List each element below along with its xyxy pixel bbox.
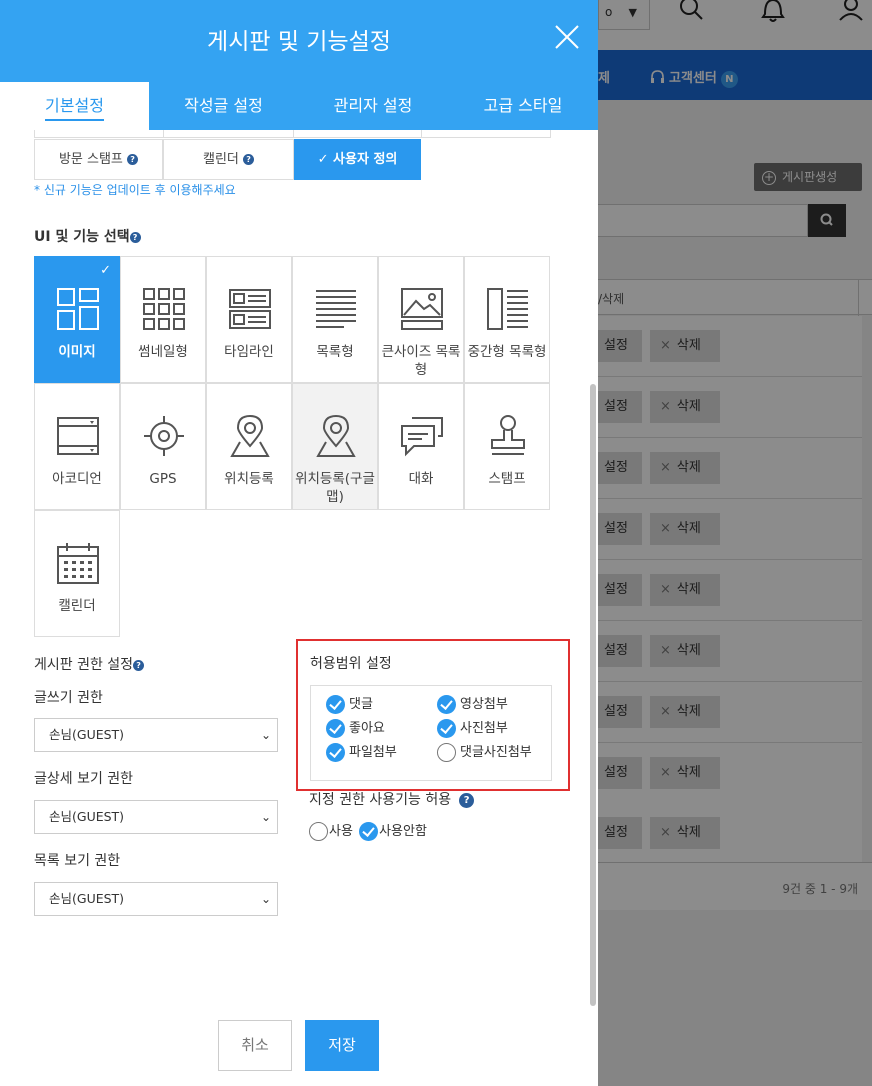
read-permission-select[interactable]: 손님(GUEST) ⌄ [34, 800, 278, 834]
tab-advanced-style[interactable]: 고급 스타일 [448, 82, 598, 130]
option-tab-visit-stamp[interactable]: 방문 스탬프 ? [34, 139, 163, 180]
calendar-icon [57, 543, 99, 584]
ui-option-calendar[interactable]: 캘린더 [34, 510, 120, 637]
ui-option-large-list[interactable]: 큰사이즈 목록형 [378, 256, 464, 383]
radio-use[interactable]: 사용 [309, 820, 353, 841]
radio-unchecked-icon [309, 822, 328, 841]
ui-option-gps[interactable]: GPS [120, 383, 206, 510]
option-tab-calendar[interactable]: 캘린더 ? [163, 139, 294, 180]
help-icon[interactable]: ? [459, 793, 475, 808]
modal-header: 게시판 및 기능설정 [0, 0, 598, 82]
checkbox-checked-icon [326, 743, 345, 762]
selected-check-icon: ✓ [100, 263, 111, 278]
location-pin-icon [230, 414, 270, 457]
timeline-icon [229, 289, 271, 329]
assign-permission-options: 사용 사용안함 [309, 820, 429, 841]
help-icon[interactable]: ? [243, 154, 255, 165]
option-tabs-row-above [34, 130, 551, 138]
tab-post-settings[interactable]: 작성글 설정 [149, 82, 298, 130]
scope-option-comment-photo[interactable]: 댓글사진첨부 [437, 743, 532, 762]
ui-option-accordion[interactable]: 아코디언 [34, 383, 120, 510]
scope-option-comment[interactable]: 댓글 [326, 695, 373, 714]
check-icon: ✓ [317, 152, 329, 167]
tab-admin-settings[interactable]: 관리자 설정 [298, 82, 448, 130]
scope-option-like[interactable]: 좋아요 [326, 719, 385, 738]
ui-section-title: UI 및 기능 선택? [34, 226, 141, 246]
checkbox-checked-icon [437, 719, 456, 738]
update-notice: * 신규 기능은 업데이트 후 이용해주세요 [34, 183, 236, 197]
scope-option-file[interactable]: 파일첨부 [326, 743, 397, 762]
checkbox-checked-icon [437, 695, 456, 714]
gps-icon [144, 416, 184, 456]
ui-option-thumbnail[interactable]: 썸네일형 [120, 256, 206, 383]
help-icon[interactable]: ? [133, 660, 145, 671]
scope-option-photo[interactable]: 사진첨부 [437, 719, 508, 738]
modal-title: 게시판 및 기능설정 [207, 29, 391, 55]
cancel-button[interactable]: 취소 [218, 1020, 292, 1071]
list-permission-label: 목록 보기 권한 [34, 853, 121, 869]
scope-option-video[interactable]: 영상첨부 [437, 695, 508, 714]
checkbox-checked-icon [326, 719, 345, 738]
ui-option-chat[interactable]: 대화 [378, 383, 464, 510]
medium-list-icon [487, 288, 528, 330]
ui-option-image[interactable]: ✓ 이미지 [34, 256, 120, 383]
chat-icon [401, 417, 443, 457]
list-icon [316, 290, 356, 328]
ui-option-location-google-map[interactable]: 위치등록(구글맵) [292, 383, 378, 510]
google-map-pin-icon [316, 414, 356, 457]
scope-title: 허용범위 설정 [310, 656, 392, 672]
write-permission-label: 글쓰기 권한 [34, 690, 103, 706]
thumbnail-grid-icon [143, 288, 185, 330]
settings-tabs: 기본설정 작성글 설정 관리자 설정 고급 스타일 [0, 82, 598, 130]
stamp-icon [491, 415, 525, 455]
checkbox-unchecked-icon [437, 743, 456, 762]
ui-option-list[interactable]: 목록형 [292, 256, 378, 383]
option-tab-custom[interactable]: ✓ 사용자 정의 [294, 139, 421, 180]
modal-scrollbar[interactable] [590, 384, 596, 1006]
radio-not-use[interactable]: 사용안함 [359, 820, 427, 841]
write-permission-select[interactable]: 손님(GUEST) ⌄ [34, 718, 278, 752]
tab-basic-settings[interactable]: 기본설정 [0, 82, 149, 130]
chevron-down-icon: ⌄ [260, 728, 271, 742]
ui-option-location[interactable]: 위치등록 [206, 383, 292, 510]
chevron-down-icon: ⌄ [260, 892, 271, 906]
ui-option-timeline[interactable]: 타임라인 [206, 256, 292, 383]
checkbox-checked-icon [326, 695, 345, 714]
radio-checked-icon [359, 822, 379, 841]
ui-option-medium-list[interactable]: 중간형 목록형 [464, 256, 550, 383]
help-icon[interactable]: ? [129, 232, 141, 243]
large-list-icon [401, 288, 443, 330]
board-settings-modal: 게시판 및 기능설정 기본설정 작성글 설정 관리자 설정 고급 스타일 방문 … [0, 0, 598, 1086]
read-permission-label: 글상세 보기 권한 [34, 771, 134, 787]
close-icon[interactable] [552, 22, 582, 52]
accordion-icon [57, 417, 99, 455]
save-button[interactable]: 저장 [305, 1020, 379, 1071]
help-icon[interactable]: ? [127, 154, 139, 165]
chevron-down-icon: ⌄ [260, 810, 271, 824]
scope-settings-box: 허용범위 설정 댓글 영상첨부 좋아요 사진첨부 파일첨부 댓글사진첨부 [296, 639, 570, 791]
scope-options: 댓글 영상첨부 좋아요 사진첨부 파일첨부 댓글사진첨부 [310, 685, 552, 781]
assign-permission-label: 지정 권한 사용기능 허용? [309, 789, 475, 809]
ui-option-stamp[interactable]: 스탬프 [464, 383, 550, 510]
image-grid-icon [57, 288, 99, 330]
permissions-title: 게시판 권한 설정? [34, 654, 145, 674]
list-permission-select[interactable]: 손님(GUEST) ⌄ [34, 882, 278, 916]
